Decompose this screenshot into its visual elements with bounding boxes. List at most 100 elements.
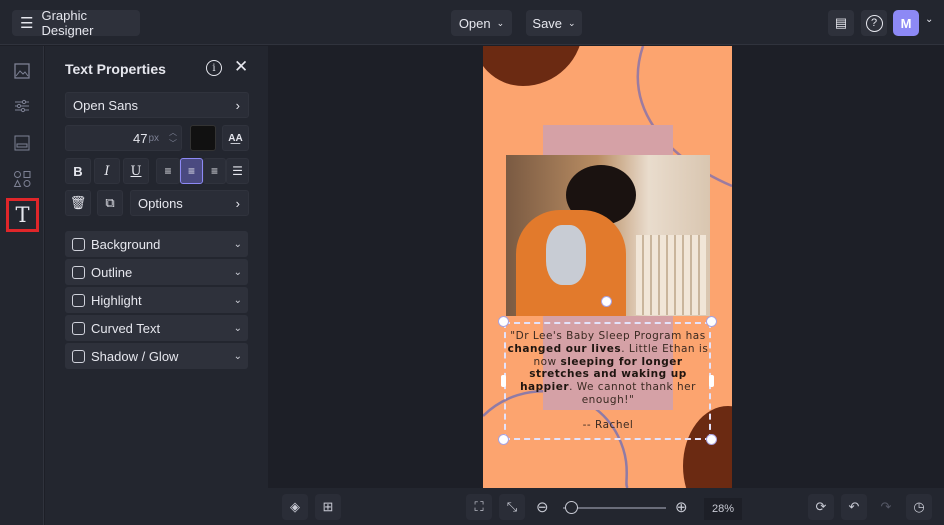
expand-icon: ⛶ — [474, 499, 484, 514]
checkbox[interactable] — [72, 293, 85, 307]
app-title: Graphic Designer — [41, 8, 94, 38]
duplicate-icon: ⧉ — [105, 195, 115, 210]
align-justify-button[interactable]: ☰ — [226, 158, 249, 184]
bold-button[interactable]: B — [65, 158, 91, 184]
redo-button[interactable]: ↷ — [873, 494, 899, 520]
chevron-right-icon: › — [235, 195, 240, 211]
history-button[interactable]: ◷ — [906, 494, 932, 520]
options-label: Options — [138, 195, 183, 211]
chevron-down-icon: ⌄ — [233, 294, 242, 306]
delete-button[interactable]: 🗑︎ — [65, 190, 91, 216]
testimonial-text[interactable]: "Dr Lee's Baby Sleep Program has changed… — [505, 330, 711, 432]
fit-screen-button[interactable]: ⛶ — [466, 494, 492, 520]
font-size-input[interactable]: 47 px ︿ ﹀ — [65, 125, 182, 151]
checkbox[interactable] — [72, 265, 85, 279]
checkbox[interactable] — [72, 237, 85, 251]
checkbox[interactable] — [72, 349, 85, 363]
image-tool-icon[interactable] — [10, 59, 34, 83]
text-properties-panel: Text Properties i ✕ Open Sans › 47 px ︿ ﹀ … — [45, 46, 268, 525]
help-button[interactable]: ? — [861, 10, 887, 36]
comments-button[interactable]: ▤ — [828, 10, 854, 36]
zoom-out-icon[interactable]: ⊖ — [536, 498, 549, 516]
italic-button[interactable]: I — [94, 158, 120, 184]
options-button[interactable]: Options › — [130, 190, 249, 216]
effect-label: Shadow / Glow — [91, 348, 179, 364]
history-icon: ◷ — [913, 499, 925, 514]
effect-background[interactable]: Background ⌄ — [65, 231, 248, 257]
chevron-right-icon: › — [235, 97, 240, 113]
effect-curved-text[interactable]: Curved Text ⌄ — [65, 315, 248, 341]
undo-icon: ↶ — [848, 499, 860, 514]
font-family-value: Open Sans — [73, 97, 139, 113]
shrink-icon: ⤡ — [506, 499, 518, 514]
font-size-value: 47 — [132, 130, 148, 146]
canvas-area[interactable]: "Dr Lee's Baby Sleep Program has changed… — [268, 46, 944, 488]
zoom-slider[interactable] — [563, 501, 666, 514]
underline-button[interactable]: U — [123, 158, 149, 184]
bottom-toolbar: ◈ ⊞ ⛶ ⤡ ⊖ ⊕ 28% ⟳ ↶ ↷ ◷ — [268, 488, 944, 525]
zoom-slider-thumb[interactable] — [565, 501, 578, 514]
zoom-in-icon[interactable]: ⊕ — [675, 498, 688, 516]
effect-outline[interactable]: Outline ⌄ — [65, 259, 248, 285]
tool-rail: T — [0, 46, 44, 525]
layout-tool-icon[interactable] — [10, 131, 34, 155]
shrink-button[interactable]: ⤡ — [499, 494, 525, 520]
open-button[interactable]: Open ⌄ — [451, 10, 512, 36]
letter-spacing-button[interactable]: A͟A — [222, 125, 249, 151]
photo[interactable] — [506, 155, 710, 316]
refresh-icon: ⟳ — [815, 499, 827, 514]
duplicate-button[interactable]: ⧉ — [97, 190, 123, 216]
close-icon[interactable]: ✕ — [234, 57, 248, 77]
text-tool-button[interactable]: T — [6, 198, 39, 232]
hamburger-icon: ☰ — [20, 15, 34, 32]
shapes-tool-icon[interactable] — [10, 167, 34, 191]
adjust-tool-icon[interactable] — [10, 94, 34, 118]
effect-label: Background — [91, 236, 161, 252]
layers-icon: ◈ — [290, 499, 300, 514]
chevron-down-icon: ⌄ — [233, 350, 242, 362]
resize-handle[interactable] — [498, 316, 509, 327]
avatar[interactable]: M — [893, 10, 919, 36]
chevron-down-icon: ⌄ — [568, 17, 576, 28]
effect-label: Highlight — [91, 292, 142, 308]
checkbox[interactable] — [72, 321, 85, 335]
align-right-button[interactable]: ≡ — [203, 158, 226, 184]
effect-highlight[interactable]: Highlight ⌄ — [65, 287, 248, 313]
font-size-stepper[interactable]: ︿ ﹀ — [169, 127, 177, 149]
chevron-down-icon: ⌄ — [233, 238, 242, 250]
effect-shadow-glow[interactable]: Shadow / Glow ⌄ — [65, 343, 248, 369]
save-button[interactable]: Save ⌄ — [526, 10, 582, 36]
comment-icon: ▤ — [834, 15, 848, 30]
undo-button[interactable]: ↶ — [841, 494, 867, 520]
resize-handle[interactable] — [498, 434, 509, 445]
app-menu-button[interactable]: ☰ Graphic Designer — [12, 8, 140, 38]
font-size-unit: px — [148, 132, 159, 144]
chevron-down-icon: ⌄ — [233, 322, 242, 334]
chevron-down-icon: ⌄ — [233, 266, 242, 278]
panel-title: Text Properties — [65, 61, 166, 77]
redo-icon: ↷ — [880, 499, 892, 514]
effect-label: Curved Text — [91, 320, 161, 336]
account-chevron-icon[interactable]: ⌄ — [925, 14, 933, 25]
text-color-swatch[interactable] — [190, 125, 216, 151]
layers-button[interactable]: ◈ — [282, 494, 308, 520]
align-left-button[interactable]: ≡ — [156, 158, 180, 184]
artboard[interactable]: "Dr Lee's Baby Sleep Program has changed… — [483, 46, 732, 488]
help-icon: ? — [865, 14, 883, 32]
signature: -- Rachel — [582, 418, 634, 431]
zoom-level[interactable]: 28% — [704, 498, 742, 520]
resize-handle[interactable] — [706, 316, 717, 327]
text-tool-icon: T — [15, 203, 30, 227]
grid-icon: ⊞ — [322, 499, 334, 514]
resize-handle[interactable] — [706, 434, 717, 445]
font-family-select[interactable]: Open Sans › — [65, 92, 249, 118]
info-icon[interactable]: i — [206, 60, 222, 76]
chevron-down-icon: ⌄ — [496, 17, 505, 28]
open-label: Open — [458, 15, 491, 31]
align-center-button[interactable]: ≡ — [180, 158, 203, 184]
grid-button[interactable]: ⊞ — [315, 494, 341, 520]
top-bar: ☰ Graphic Designer Open ⌄ Save ⌄ ▤ ? M ⌄ — [0, 0, 944, 45]
trash-icon: 🗑︎ — [69, 195, 87, 210]
refresh-button[interactable]: ⟳ — [808, 494, 834, 520]
rotate-handle[interactable] — [601, 296, 612, 307]
